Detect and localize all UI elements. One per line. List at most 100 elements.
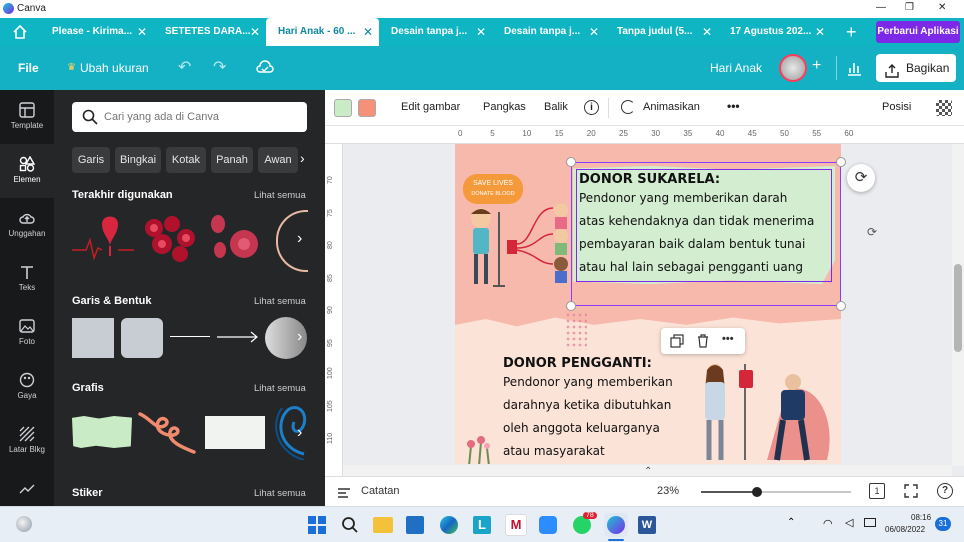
graphic-white-paper[interactable] bbox=[205, 416, 265, 449]
see-all-link[interactable]: Lihat semua bbox=[254, 296, 306, 307]
insights-chart-icon[interactable] bbox=[846, 60, 862, 81]
add-collaborator-icon[interactable]: + bbox=[812, 57, 821, 75]
zoom-percent[interactable]: 23% bbox=[657, 485, 679, 497]
upgrade-app-button[interactable]: Perbarui Aplikasi bbox=[876, 21, 960, 43]
l-app-icon[interactable]: L bbox=[473, 516, 491, 534]
mcafee-icon[interactable]: M bbox=[505, 514, 527, 536]
sidebar-item-template[interactable]: Template bbox=[0, 90, 54, 144]
close-tab-icon[interactable]: ✕ bbox=[250, 18, 260, 46]
filter-chip[interactable]: Panah bbox=[211, 147, 253, 173]
fullscreen-icon[interactable] bbox=[903, 483, 919, 502]
clock-date[interactable]: 06/08/2022 bbox=[885, 525, 925, 534]
redo-icon[interactable]: ↷ bbox=[213, 57, 226, 77]
close-tab-icon[interactable]: ✕ bbox=[702, 18, 712, 46]
maximize-button[interactable]: ❐ bbox=[905, 2, 914, 13]
share-button[interactable]: Bagikan bbox=[876, 54, 956, 82]
cloud-save-icon[interactable] bbox=[256, 59, 274, 80]
element-more-button[interactable]: ••• bbox=[722, 333, 734, 345]
sidebar-item-style[interactable]: Gaya bbox=[0, 360, 54, 414]
zoom-slider[interactable] bbox=[701, 487, 851, 497]
blood-donation-illustration[interactable] bbox=[697, 360, 837, 464]
crop-button[interactable]: Pangkas bbox=[483, 101, 526, 113]
animate-button[interactable]: Animasikan bbox=[643, 101, 700, 113]
resize-handle[interactable] bbox=[566, 301, 576, 311]
filter-chip[interactable]: Garis bbox=[72, 147, 110, 173]
rotate-small-icon[interactable]: ⟳ bbox=[867, 225, 877, 239]
volume-icon[interactable]: ◁ bbox=[845, 516, 853, 529]
help-button[interactable]: ? bbox=[937, 483, 953, 499]
donor-illustration[interactable] bbox=[463, 203, 573, 294]
undo-icon[interactable]: ↶ bbox=[178, 57, 191, 77]
battery-icon[interactable] bbox=[864, 518, 876, 527]
sidebar-item-elements[interactable]: Elemen bbox=[0, 144, 54, 198]
wifi-icon[interactable]: ◠ bbox=[823, 517, 833, 530]
element-blood-cells[interactable] bbox=[140, 212, 200, 268]
canva-taskbar-icon[interactable] bbox=[604, 513, 628, 537]
graphic-squiggle[interactable] bbox=[138, 408, 200, 458]
flip-button[interactable]: Balik bbox=[544, 101, 568, 113]
edit-image-button[interactable]: Edit gambar bbox=[401, 101, 460, 113]
new-tab-button[interactable]: + bbox=[846, 22, 857, 43]
resize-handle[interactable] bbox=[566, 157, 576, 167]
shape-square[interactable] bbox=[72, 318, 114, 358]
graphic-torn-paper-green[interactable] bbox=[72, 416, 132, 448]
tray-chevron-icon[interactable]: ⌃ bbox=[787, 517, 795, 528]
clock-time[interactable]: 08:16 bbox=[911, 513, 931, 522]
more-options-button[interactable]: ••• bbox=[727, 99, 740, 113]
notes-icon[interactable] bbox=[337, 485, 351, 502]
start-icon[interactable] bbox=[308, 516, 326, 534]
delete-icon[interactable] bbox=[696, 334, 710, 353]
see-all-link[interactable]: Lihat semua bbox=[254, 488, 306, 499]
filter-chip[interactable]: Kotak bbox=[166, 147, 206, 173]
carousel-next-icon[interactable]: › bbox=[297, 230, 302, 248]
info-icon[interactable]: i bbox=[584, 100, 599, 115]
search-input[interactable] bbox=[104, 108, 294, 126]
carousel-next-icon[interactable]: › bbox=[297, 424, 302, 442]
weather-icon[interactable] bbox=[16, 516, 32, 532]
shape-line[interactable] bbox=[170, 336, 210, 337]
close-tab-icon[interactable]: ✕ bbox=[815, 18, 825, 46]
color-swatch-green[interactable] bbox=[334, 99, 352, 117]
collapse-pages-icon[interactable]: ⌃ bbox=[644, 466, 652, 476]
browser-tab[interactable]: Desain tanpa j... ✕ bbox=[379, 18, 492, 46]
duplicate-icon[interactable] bbox=[670, 334, 684, 353]
file-explorer-icon[interactable] bbox=[373, 517, 393, 533]
see-all-link[interactable]: Lihat semua bbox=[254, 190, 306, 201]
search-box[interactable] bbox=[72, 102, 307, 132]
rotate-handle[interactable]: ⟳ bbox=[847, 164, 875, 192]
browser-tab[interactable]: Tanpa judul (5... ✕ bbox=[605, 18, 718, 46]
notification-badge[interactable]: 31 bbox=[935, 517, 951, 531]
chips-next-icon[interactable]: › bbox=[300, 150, 305, 166]
file-menu[interactable]: File bbox=[18, 61, 39, 75]
edge-icon[interactable] bbox=[440, 516, 458, 534]
home-icon[interactable] bbox=[12, 24, 28, 40]
page-count-icon[interactable]: 1 bbox=[869, 483, 885, 499]
sidebar-item-upload[interactable]: Unggahan bbox=[0, 198, 54, 252]
badge-save-lives[interactable]: SAVE LIVES DONATE BLOOD bbox=[463, 174, 523, 204]
vertical-scrollbar[interactable] bbox=[952, 144, 964, 466]
resize-button[interactable]: Ubah ukuran bbox=[80, 61, 149, 75]
element-cells-pink[interactable] bbox=[206, 212, 266, 268]
element-heart-drip[interactable] bbox=[72, 210, 134, 270]
close-tab-icon[interactable]: ✕ bbox=[363, 18, 373, 46]
browser-tab[interactable]: Desain tanpa j... ✕ bbox=[492, 18, 605, 46]
notes-button[interactable]: Catatan bbox=[361, 485, 400, 497]
sidebar-item-photo[interactable]: Foto bbox=[0, 306, 54, 360]
close-window-button[interactable]: ✕ bbox=[938, 2, 946, 13]
user-avatar[interactable] bbox=[779, 54, 807, 82]
position-button[interactable]: Posisi bbox=[882, 101, 911, 113]
carousel-next-icon[interactable]: › bbox=[297, 328, 302, 346]
browser-tab[interactable]: Hari Anak - 60 ... ✕ bbox=[266, 18, 379, 46]
document-title[interactable]: Hari Anak bbox=[710, 61, 762, 75]
shape-rounded-square[interactable] bbox=[121, 318, 163, 358]
color-swatch-coral[interactable] bbox=[358, 99, 376, 117]
close-tab-icon[interactable]: ✕ bbox=[137, 18, 147, 46]
taskbar-search-icon[interactable] bbox=[341, 516, 359, 539]
zoom-app-icon[interactable] bbox=[539, 516, 557, 534]
text-box-pengganti[interactable]: DONOR PENGGANTI: Pendonor yang memberika… bbox=[503, 356, 703, 464]
transparency-icon[interactable] bbox=[936, 100, 952, 116]
close-tab-icon[interactable]: ✕ bbox=[589, 18, 599, 46]
animate-icon[interactable] bbox=[621, 100, 635, 114]
close-tab-icon[interactable]: ✕ bbox=[476, 18, 486, 46]
shape-arrow[interactable] bbox=[217, 330, 259, 344]
